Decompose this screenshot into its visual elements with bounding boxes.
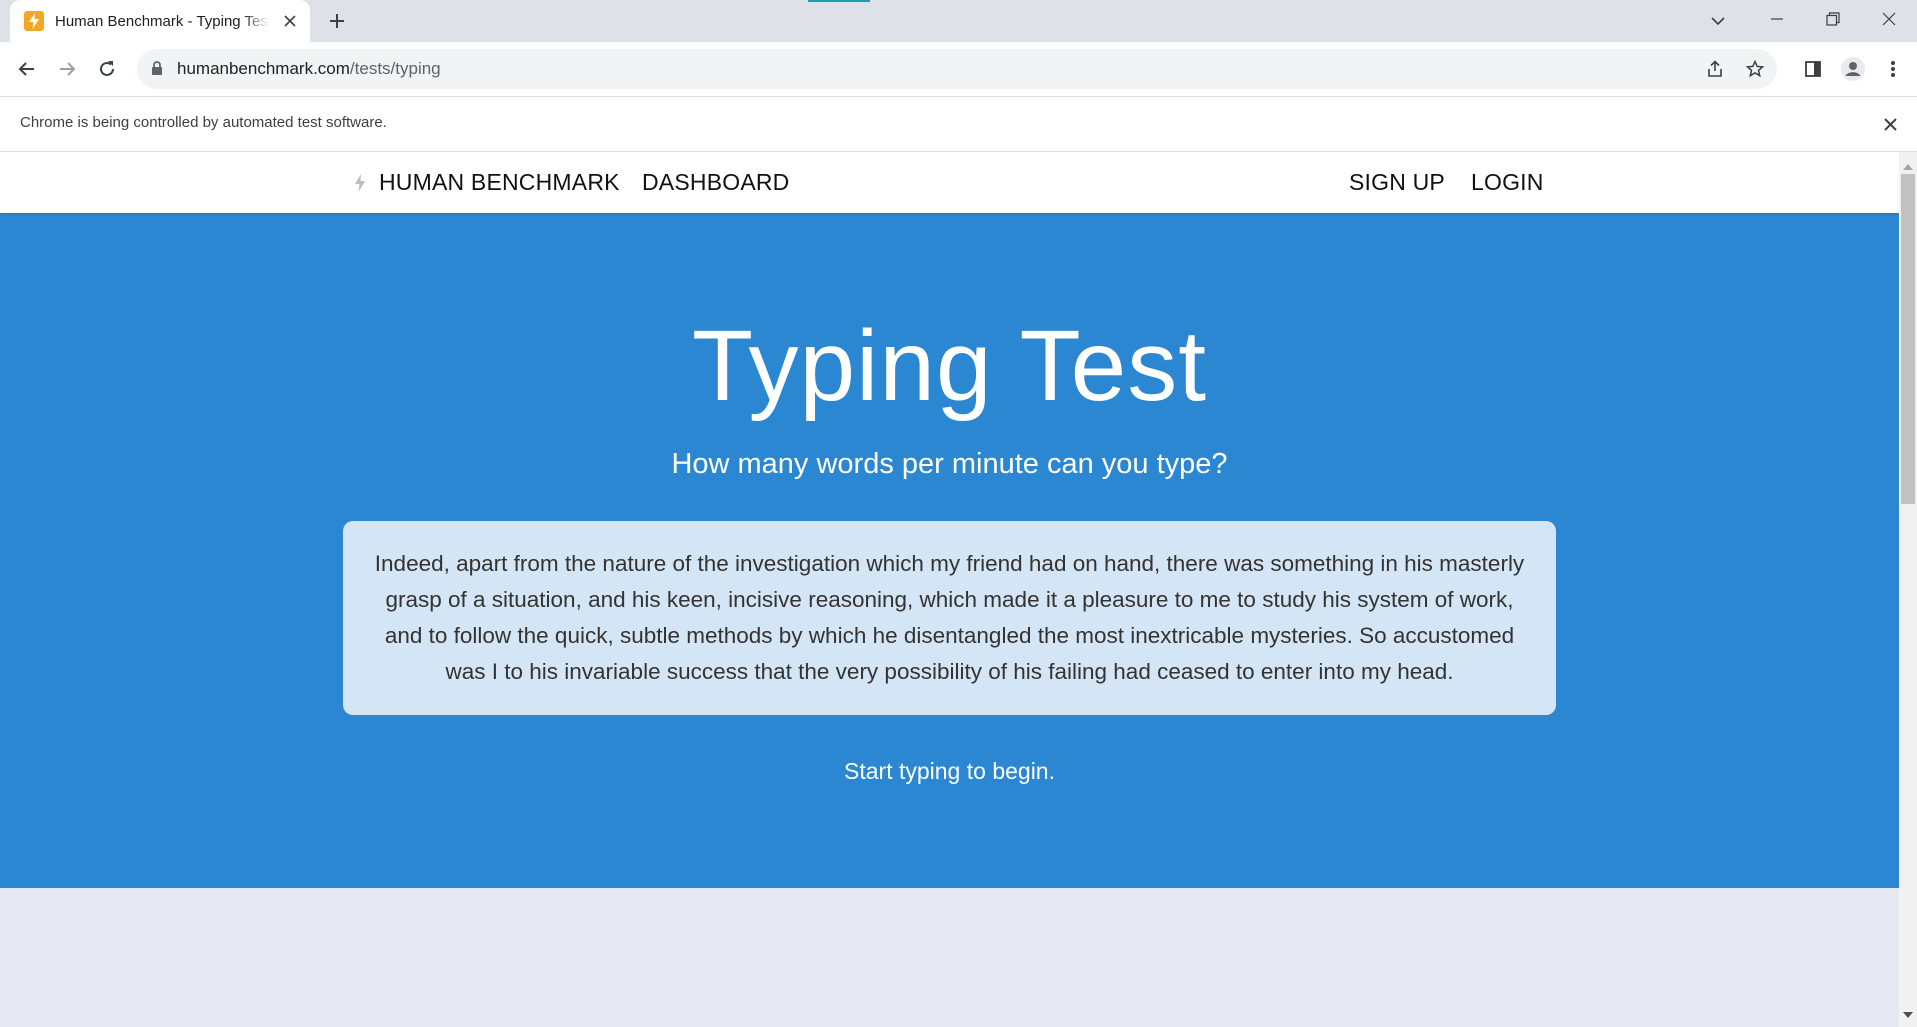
bolt-icon	[354, 174, 366, 197]
side-panel-icon[interactable]	[1800, 56, 1826, 82]
profile-avatar-icon[interactable]	[1840, 56, 1866, 82]
typing-test-hero: Typing Test How many words per minute ca…	[0, 213, 1899, 888]
site-navbar: HUMAN BENCHMARK DASHBOARD SIGN UP LOGIN	[0, 152, 1899, 213]
url-text[interactable]: humanbenchmark.com/tests/typing	[177, 59, 441, 79]
browser-toolbar: humanbenchmark.com/tests/typing	[0, 42, 1917, 96]
url-path: /tests/typing	[349, 59, 441, 78]
scroll-up-arrow-icon[interactable]	[1903, 157, 1913, 175]
page-scrollbar[interactable]	[1899, 152, 1917, 1027]
bookmark-star-icon[interactable]	[1743, 57, 1767, 81]
dashboard-link[interactable]: DASHBOARD	[642, 169, 790, 196]
reload-icon[interactable]	[94, 56, 120, 82]
typing-passage[interactable]: Indeed, apart from the nature of the inv…	[343, 521, 1556, 715]
browser-tab[interactable]: Human Benchmark - Typing Test	[10, 0, 310, 42]
page-viewport: HUMAN BENCHMARK DASHBOARD SIGN UP LOGIN …	[0, 152, 1899, 1027]
start-prompt: Start typing to begin.	[844, 758, 1055, 784]
login-link[interactable]: LOGIN	[1471, 169, 1544, 196]
signup-link[interactable]: SIGN UP	[1349, 169, 1445, 196]
new-tab-icon[interactable]	[325, 9, 349, 33]
lock-icon[interactable]	[151, 61, 163, 81]
share-icon[interactable]	[1703, 57, 1727, 81]
url-domain: humanbenchmark.com	[177, 59, 350, 78]
tab-strip: Human Benchmark - Typing Test	[0, 0, 1917, 42]
address-bar[interactable]: humanbenchmark.com/tests/typing	[137, 49, 1777, 89]
close-tab-icon[interactable]	[280, 11, 300, 31]
forward-arrow-icon[interactable]	[54, 56, 80, 82]
bolt-icon	[24, 11, 44, 31]
loading-indicator	[808, 0, 870, 2]
back-arrow-icon[interactable]	[14, 56, 40, 82]
brand-link[interactable]: HUMAN BENCHMARK	[379, 169, 620, 196]
page-subtitle: How many words per minute can you type?	[671, 448, 1228, 480]
restore-icon[interactable]	[1805, 0, 1861, 38]
infobar-message: Chrome is being controlled by automated …	[20, 114, 387, 131]
scroll-down-arrow-icon[interactable]	[1903, 1005, 1913, 1023]
minimize-icon[interactable]	[1749, 0, 1805, 38]
chevron-down-icon[interactable]	[1706, 9, 1730, 33]
scrollbar-thumb[interactable]	[1901, 174, 1915, 504]
automation-infobar: Chrome is being controlled by automated …	[0, 96, 1917, 152]
close-infobar-icon[interactable]	[1878, 112, 1902, 136]
page-title: Typing Test	[691, 310, 1207, 422]
close-window-icon[interactable]	[1861, 0, 1917, 38]
menu-kebab-icon[interactable]	[1880, 56, 1906, 82]
tab-title: Human Benchmark - Typing Test	[55, 12, 269, 30]
